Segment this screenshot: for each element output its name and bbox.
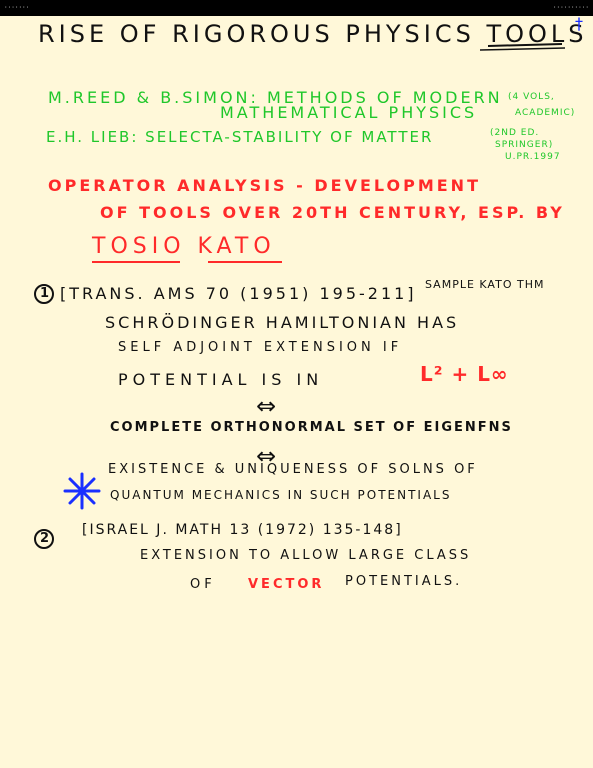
- ref-reed-simon-line2: MATHEMATICAL PHYSICS: [220, 103, 478, 122]
- window-title: ·······: [4, 4, 30, 11]
- ref-reed-simon-note2: ACADEMIC): [515, 108, 576, 118]
- ref-lieb-note3: U.PR.1997: [505, 152, 561, 162]
- item1-line3: POTENTIAL IS IN: [118, 370, 324, 389]
- ref-reed-simon-note1: (4 VOLS,: [508, 92, 555, 102]
- ref-lieb: E.H. LIEB: SELECTA-STABILITY OF MATTER: [46, 128, 434, 146]
- page-title: RISE OF RIGOROUS PHYSICS TOOLS: [38, 20, 588, 48]
- ref-lieb-note1: (2ND ED.: [490, 128, 540, 138]
- vector-word: VECTOR: [248, 577, 325, 592]
- window-top-bar: ······· ··········: [0, 0, 593, 16]
- item1-line2: SELF ADJOINT EXTENSION IF: [118, 340, 403, 355]
- item1-line5: EXISTENCE & UNIQUENESS OF SOLNS OF: [108, 462, 478, 477]
- title-mark: †: [575, 14, 586, 33]
- item2-citation: [ISRAEL J. MATH 13 (1972) 135-148]: [82, 522, 403, 538]
- item1-citation: [TRANS. AMS 70 (1951) 195-211]: [60, 284, 417, 303]
- item2-number: 2: [40, 531, 53, 546]
- item2-line2-post: POTENTIALS.: [345, 574, 463, 589]
- item1-number: 1: [40, 286, 53, 301]
- operator-line2: OF TOOLS OVER 20TH CENTURY, ESP. BY: [100, 203, 565, 222]
- item1-line4: COMPLETE ORTHONORMAL SET OF EIGENFNS: [110, 420, 513, 435]
- item2-line2-pre: OF: [190, 577, 216, 592]
- item2-line1: EXTENSION TO ALLOW LARGE CLASS: [140, 548, 472, 563]
- notes-page: ······· ·········· RISE OF RIGOROUS PHYS…: [0, 0, 593, 768]
- item1-line6: QUANTUM MECHANICS IN SUCH POTENTIALS: [110, 488, 452, 502]
- equivalence-arrow-1: ⇔: [256, 392, 280, 420]
- kato-name: TOSIO KATO: [92, 234, 276, 259]
- lp-space: L² + L∞: [420, 362, 509, 386]
- item1-sample: SAMPLE KATO THM: [425, 278, 545, 291]
- ref-lieb-note2: SPRINGER): [495, 140, 554, 150]
- operator-line1: OPERATOR ANALYSIS - DEVELOPMENT: [48, 176, 481, 195]
- item1-line1: SCHRÖDINGER HAMILTONIAN HAS: [105, 313, 460, 332]
